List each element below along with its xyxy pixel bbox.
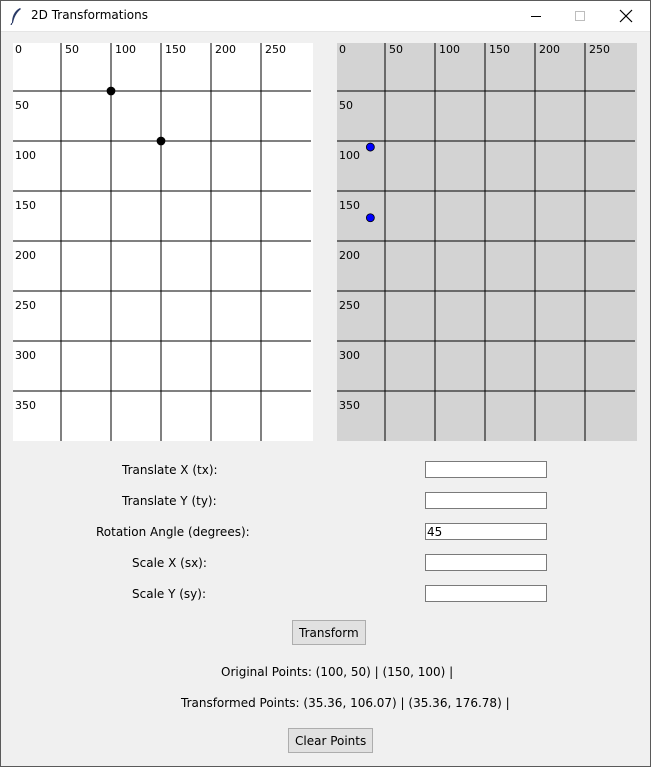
close-icon	[619, 9, 633, 22]
clear-points-button[interactable]: Clear Points	[288, 728, 374, 753]
original-canvas[interactable]: 0 50 100 150 200 250 50 100 150 200 250 300 350	[13, 43, 313, 441]
transformed-canvas-svg: 0 50 100 150 200 250 50 100 150 200 250 300 350	[337, 43, 637, 441]
transformed-canvas: 0 50 100 150 200 250 50 100 150 200 250 300 350	[337, 43, 637, 441]
transformed-x-tick-label: 200	[539, 43, 560, 56]
transformed-y-tick-label: 300	[339, 349, 360, 362]
transformed-y-tick-label: 250	[339, 299, 360, 312]
original-background	[13, 43, 313, 441]
sy-input[interactable]	[425, 585, 547, 602]
maximize-icon	[575, 10, 585, 21]
transformed-y-tick-label: 200	[339, 249, 360, 262]
original-y-tick-label: 350	[15, 399, 36, 412]
original-y-tick-label: 200	[15, 249, 36, 262]
rotation-angle-input[interactable]	[425, 523, 547, 540]
transformed-y-tick-label: 150	[339, 199, 360, 212]
original-point	[106, 86, 116, 96]
original-canvas-svg[interactable]: 0 50 100 150 200 250 50 100 150 200 250 300 350	[13, 43, 313, 441]
original-x-tick-label: 200	[215, 43, 236, 56]
transformed-x-tick-label: 0	[339, 43, 346, 56]
original-y-tick-label: 300	[15, 349, 36, 362]
sx-label: Scale X (sx):	[132, 556, 207, 570]
original-x-tick-label: 100	[115, 43, 136, 56]
transformed-y-tick-label: 100	[339, 149, 360, 162]
tx-input[interactable]	[425, 461, 547, 478]
transformed-x-tick-label: 150	[489, 43, 510, 56]
maximize-button[interactable]	[557, 0, 603, 31]
transformed-y-tick-label: 350	[339, 399, 360, 412]
original-y-tick-label: 100	[15, 149, 36, 162]
original-point	[156, 136, 166, 146]
original-x-tick-label: 0	[15, 43, 22, 56]
feather-icon	[10, 8, 21, 25]
transformed-points-text: Transformed Points: (35.36, 106.07) | (3…	[181, 696, 510, 710]
ty-input[interactable]	[425, 492, 547, 509]
transformed-background	[337, 43, 637, 441]
rotation-angle-label: Rotation Angle (degrees):	[96, 525, 250, 539]
window-title: 2D Transformations	[31, 8, 148, 22]
transformed-x-tick-label: 50	[389, 43, 403, 56]
transformed-y-tick-label: 50	[339, 99, 353, 112]
transformed-x-tick-label: 100	[439, 43, 460, 56]
original-y-tick-label: 250	[15, 299, 36, 312]
ty-label: Translate Y (ty):	[122, 494, 217, 508]
original-y-tick-label: 50	[15, 99, 29, 112]
original-points-text: Original Points: (100, 50) | (150, 100) …	[221, 665, 454, 679]
minimize-icon	[531, 15, 541, 17]
transformed-point	[365, 142, 375, 152]
original-x-tick-label: 250	[265, 43, 286, 56]
transform-button[interactable]: Transform	[292, 620, 366, 645]
minimize-button[interactable]	[513, 0, 559, 31]
tx-label: Translate X (tx):	[122, 463, 218, 477]
original-y-tick-label: 150	[15, 199, 36, 212]
title-bar: 2D Transformations	[0, 0, 651, 32]
close-button[interactable]	[603, 0, 649, 31]
original-x-tick-label: 150	[165, 43, 186, 56]
original-x-tick-label: 50	[65, 43, 79, 56]
transformed-point	[365, 213, 375, 223]
transformed-x-tick-label: 250	[589, 43, 610, 56]
sy-label: Scale Y (sy):	[132, 587, 207, 601]
sx-input[interactable]	[425, 554, 547, 571]
